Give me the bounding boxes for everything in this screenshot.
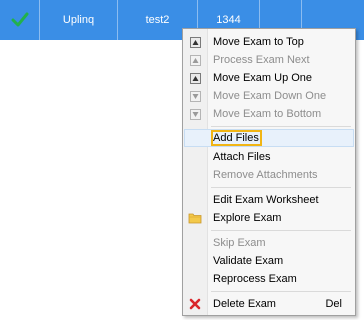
menu-item-edit-worksheet[interactable]: Edit Exam Worksheet	[184, 191, 354, 209]
menu-item-attach-files[interactable]: Attach Files	[184, 148, 354, 166]
menu-item-label: Move Exam Up One	[213, 72, 313, 84]
menu-item-move-to-top[interactable]: Move Exam to Top	[184, 33, 354, 51]
menu-separator	[211, 230, 351, 231]
menu-item-label: Delete Exam	[213, 298, 276, 310]
menu-item-label: Edit Exam Worksheet	[213, 194, 319, 206]
move-to-bottom-icon	[188, 107, 202, 121]
menu-separator	[211, 291, 351, 292]
menu-item-label: Move Exam to Top	[213, 36, 304, 48]
menu-item-label: Skip Exam	[213, 237, 266, 249]
menu-item-label: Process Exam Next	[213, 54, 310, 66]
menu-item-move-up-one[interactable]: Move Exam Up One	[184, 69, 354, 87]
process-next-icon	[188, 53, 202, 67]
move-to-top-icon	[188, 35, 202, 49]
menu-item-validate-exam[interactable]: Validate Exam	[184, 252, 354, 270]
menu-item-skip-exam[interactable]: Skip Exam	[184, 234, 354, 252]
status-cell	[0, 0, 40, 40]
menu-item-label: Remove Attachments	[213, 169, 318, 181]
menu-item-label: Move Exam Down One	[213, 90, 327, 102]
delete-x-icon	[188, 297, 202, 311]
menu-item-move-to-bottom[interactable]: Move Exam to Bottom	[184, 105, 354, 123]
menu-item-explore-exam[interactable]: Explore Exam	[184, 209, 354, 227]
menu-item-label: Explore Exam	[213, 212, 282, 224]
folder-icon	[188, 211, 202, 225]
menu-item-remove-attachments[interactable]: Remove Attachments	[184, 166, 354, 184]
menu-item-label: Add Files	[213, 132, 259, 144]
menu-separator	[211, 126, 351, 127]
check-icon	[11, 12, 28, 27]
site-cell: Uplinq	[40, 0, 118, 40]
move-up-icon	[188, 71, 202, 85]
menu-item-label: Move Exam to Bottom	[213, 108, 322, 120]
menu-separator	[211, 187, 351, 188]
menu-item-label: Validate Exam	[213, 255, 284, 267]
menu-item-move-down-one[interactable]: Move Exam Down One	[184, 87, 354, 105]
menu-item-reprocess-exam[interactable]: Reprocess Exam	[184, 270, 354, 288]
menu-item-label: Reprocess Exam	[213, 273, 297, 285]
menu-item-add-files[interactable]: Add Files	[184, 129, 354, 147]
menu-item-process-next[interactable]: Process Exam Next	[184, 51, 354, 69]
menu-item-label: Attach Files	[213, 151, 271, 163]
move-down-icon	[188, 89, 202, 103]
context-menu: Move Exam to Top Process Exam Next Move …	[182, 28, 356, 316]
menu-item-shortcut: Del	[325, 298, 342, 310]
menu-item-delete-exam[interactable]: Delete Exam Del	[184, 295, 354, 313]
